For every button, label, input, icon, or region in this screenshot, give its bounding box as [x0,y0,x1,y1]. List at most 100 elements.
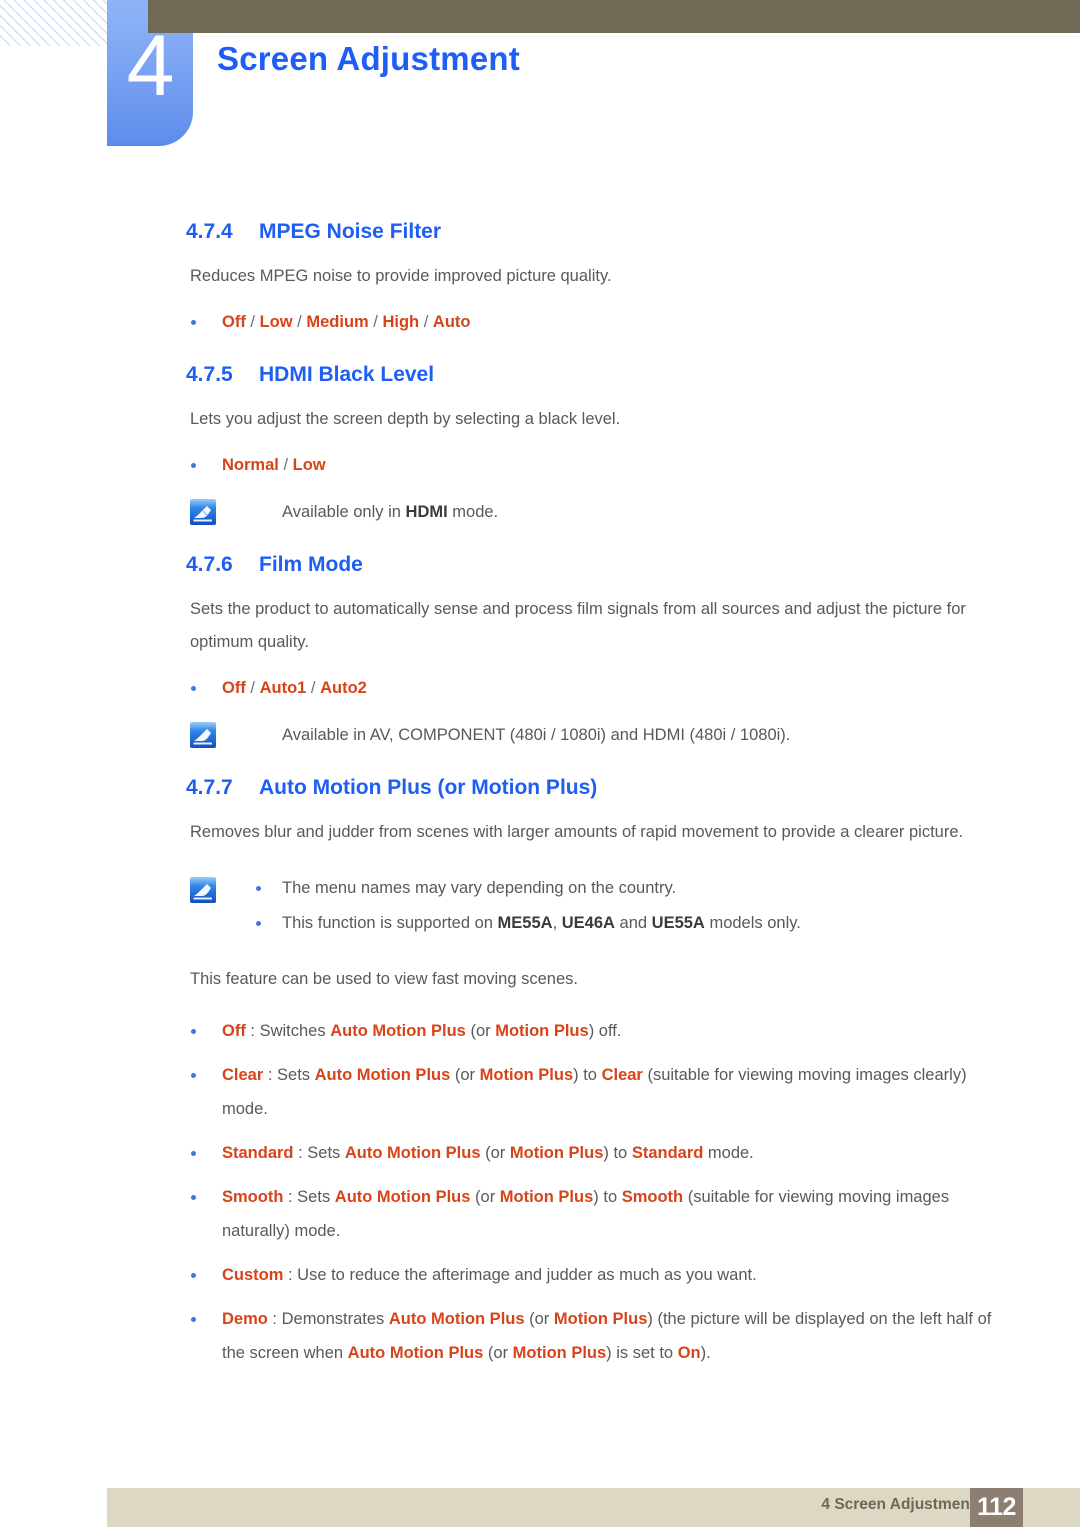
list-item: Off / Low / Medium / High / Auto [191,305,1012,339]
mode-text: ). [700,1344,711,1362]
section-title: MPEG Noise Filter [259,220,442,243]
note-bullet-list: The menu names may vary depending on the… [250,871,1080,941]
list-item: Off : Switches Auto Motion Plus (or Moti… [191,1014,1012,1048]
mode-emphasis: Motion Plus [509,1144,604,1162]
section-heading-hdmi-black-level: 4.7.5 HDMI Black Level [186,339,1080,387]
option-value: Auto1 [259,679,307,697]
section-title: Auto Motion Plus (or Motion Plus) [259,776,598,799]
mode-label: Demo [222,1310,268,1328]
mode-text: : Use to reduce the afterimage and judde… [283,1266,757,1284]
option-list-film-mode: Off / Auto1 / Auto2 [0,671,1080,705]
mode-emphasis: Auto Motion Plus [314,1066,451,1084]
mode-emphasis: Motion Plus [553,1310,648,1328]
section-number: 4.7.7 [186,776,233,799]
header-olive-bar [148,0,1080,33]
mode-text: (or [480,1144,510,1162]
mode-emphasis: Motion Plus [499,1188,594,1206]
page-number-badge: 112 [970,1488,1023,1527]
mode-text: (or [483,1344,513,1362]
section-body: Sets the product to automatically sense … [190,600,966,651]
section-heading-mpeg-noise-filter: 4.7.4 MPEG Noise Filter [186,196,1080,244]
option-value: High [382,313,420,331]
option-list-hdmi-black-level: Normal / Low [0,448,1080,482]
mode-text: ) off. [588,1022,622,1040]
mode-text: : Sets [283,1188,335,1206]
model-name: ME55A [497,914,553,932]
list-item: Standard : Sets Auto Motion Plus (or Mot… [191,1136,1012,1170]
section-number: 4.7.4 [186,220,233,243]
note-pencil-icon [190,877,216,903]
note-text-pre: This function is supported on [282,914,498,932]
mode-text: ) to [603,1144,632,1162]
option-value: Low [292,456,326,474]
option-value: Auto [432,313,471,331]
note-text-emphasis: HDMI [405,503,448,521]
option-value: Normal [222,456,279,474]
mode-label: Smooth [222,1188,284,1206]
section-number: 4.7.6 [186,553,233,576]
section-body: Lets you adjust the screen depth by sele… [190,410,621,428]
option-value: Medium [306,313,369,331]
section-title: HDMI Black Level [259,363,435,386]
list-item: Clear : Sets Auto Motion Plus (or Motion… [191,1058,1012,1126]
mode-emphasis: On [677,1344,701,1362]
list-item: The menu names may vary depending on the… [256,871,1080,906]
option-value: Auto2 [320,679,367,697]
note-block: Available in AV, COMPONENT (480i / 1080i… [190,719,1080,752]
list-item: Normal / Low [191,448,1012,482]
document-content: 4.7.4 MPEG Noise Filter Reduces MPEG noi… [0,196,1080,1370]
mode-emphasis: Auto Motion Plus [344,1144,481,1162]
section-heading-film-mode: 4.7.6 Film Mode [186,529,1080,577]
note-pencil-icon [190,722,216,748]
note-text-pre: Available only in [282,503,406,521]
note-text: Available only in HDMI mode. [282,496,1042,529]
mode-emphasis: Auto Motion Plus [388,1310,525,1328]
note-block: The menu names may vary depending on the… [190,871,1080,941]
note-block: Available only in HDMI mode. [190,496,1080,529]
note-text-post: models only. [704,914,801,932]
mode-text: mode. [703,1144,754,1162]
mode-emphasis: Clear [601,1066,643,1084]
list-item: Smooth : Sets Auto Motion Plus (or Motio… [191,1180,1012,1248]
option-list-mpeg: Off / Low / Medium / High / Auto [0,305,1080,339]
mode-text: ) is set to [606,1344,678,1362]
mode-text: (or [524,1310,554,1328]
option-value: Off [222,313,246,331]
mode-label: Standard [222,1144,294,1162]
mode-label: Off [222,1022,246,1040]
mode-emphasis: Standard [631,1144,704,1162]
mode-emphasis: Motion Plus [479,1066,574,1084]
mode-emphasis: Motion Plus [495,1022,589,1040]
section-body: Removes blur and judder from scenes with… [190,823,964,841]
mode-text: (or [465,1022,496,1040]
section-body: Reduces MPEG noise to provide improved p… [190,267,612,285]
mode-emphasis: Auto Motion Plus [330,1022,466,1040]
mode-option-list: Off : Switches Auto Motion Plus (or Moti… [0,1014,1080,1370]
list-item: This function is supported on ME55A, UE4… [256,906,1080,941]
mode-text: (or [450,1066,480,1084]
list-item: Off / Auto1 / Auto2 [191,671,1012,705]
mode-text: : Sets [293,1144,345,1162]
mode-emphasis: Smooth [621,1188,684,1206]
note-text-post: mode. [447,503,499,521]
option-value: Low [259,313,293,331]
note-pencil-icon [190,499,216,525]
section-body-secondary: This feature can be used to view fast mo… [190,970,578,988]
section-heading-auto-motion-plus: 4.7.7 Auto Motion Plus (or Motion Plus) [186,752,1080,800]
hatch-decoration [0,0,107,46]
mode-text: : Sets [263,1066,315,1084]
mode-text: ) to [593,1188,622,1206]
model-name: UE46A [561,914,615,932]
joiner: and [614,914,652,932]
mode-label: Clear [222,1066,264,1084]
model-name: UE55A [651,914,705,932]
mode-text: (or [470,1188,500,1206]
list-item: Custom : Use to reduce the afterimage an… [191,1258,1012,1292]
note-text: Available in AV, COMPONENT (480i / 1080i… [282,726,791,744]
mode-text: ) to [573,1066,602,1084]
mode-emphasis: Auto Motion Plus [347,1344,484,1362]
mode-emphasis: Auto Motion Plus [334,1188,471,1206]
option-value: Off [222,679,246,697]
mode-emphasis: Motion Plus [512,1344,607,1362]
section-title: Film Mode [259,553,363,576]
